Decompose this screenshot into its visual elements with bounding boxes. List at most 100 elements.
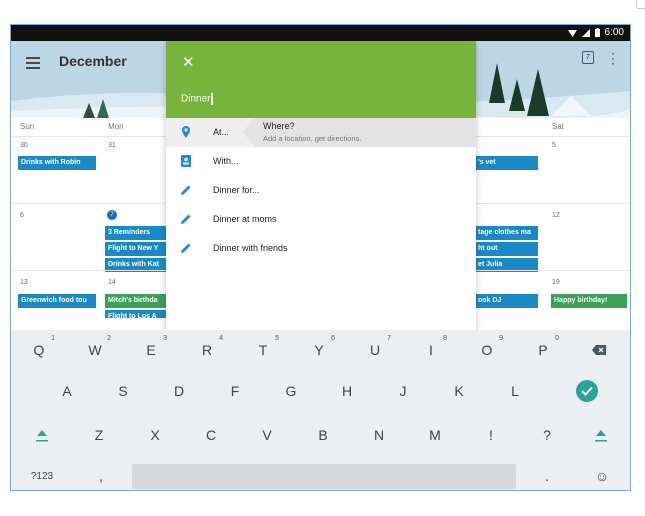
status-bar: 6:00 [11,25,630,41]
shift-key-left[interactable] [14,420,70,450]
window-corner [636,0,645,9]
day-number[interactable]: 30 [20,142,28,149]
where-title: Where? [263,121,295,131]
key-d[interactable]: D [151,376,207,406]
month-title[interactable]: December [59,53,127,69]
today-calendar-icon[interactable]: 7 [582,51,594,64]
device-screen: 6:00 December 7 ⋮ Sun Mon Sat 30 31 5 Dr… [10,24,631,491]
suggestion-label: With... [213,156,239,166]
pencil-icon [181,243,191,253]
event-chip[interactable]: tage clothes ma [475,226,538,240]
space-bar[interactable] [132,464,516,489]
day-number[interactable]: 12 [552,212,560,219]
key-s[interactable]: S [95,376,151,406]
event-chip[interactable]: Mitch's birthda [105,294,167,308]
key-x[interactable]: X [127,420,183,450]
day-number[interactable]: 14 [108,279,116,286]
key-y[interactable]: Y6 [291,335,347,365]
event-chip[interactable]: Flight to Los A [105,310,167,318]
key-q[interactable]: Q1 [11,335,67,365]
suggestion-with[interactable]: With... [166,147,476,176]
suggestion-label: Dinner for... [213,185,260,195]
weekday-label: Mon [108,122,124,131]
day-number[interactable]: 19 [552,279,560,286]
key-p[interactable]: P0 [515,335,571,365]
key-a[interactable]: A [39,376,95,406]
suggestion-dinner-for[interactable]: Dinner for... [166,176,476,205]
event-chip[interactable]: 3 Reminders [105,226,167,240]
pencil-icon [181,214,191,224]
key-n[interactable]: N [351,420,407,450]
emoji-key[interactable]: ☺ [574,461,630,490]
where-subtitle: Add a location, get directions. [263,134,362,143]
key-g[interactable]: G [263,376,319,406]
day-number[interactable]: 6 [20,212,24,219]
shift-icon [36,430,48,442]
battery-icon [594,28,600,37]
event-chip[interactable]: Drinks with Robin [18,156,96,170]
symbols-key[interactable]: ?123 [14,461,70,490]
check-icon [576,380,598,402]
key-exclamation[interactable]: ! [463,420,519,450]
event-chip[interactable]: 's vet [475,156,538,170]
comma-key[interactable]: , [73,461,129,490]
key-m[interactable]: M [407,420,463,450]
key-z[interactable]: Z [71,420,127,450]
key-t[interactable]: T5 [235,335,291,365]
event-chip[interactable]: Happy birthday! [551,294,627,308]
enter-key[interactable] [559,376,615,406]
menu-icon[interactable] [26,54,40,72]
suggestion-at[interactable]: At... Where? Add a location, get directi… [166,118,476,147]
clock: 6:00 [604,27,624,38]
day-number[interactable]: 13 [20,279,28,286]
event-chip[interactable]: ht out [475,242,538,256]
key-i[interactable]: I8 [403,335,459,365]
key-b[interactable]: B [295,420,351,450]
quick-add-header: ✕ Dinner [166,41,476,118]
day-number[interactable]: 31 [108,142,116,149]
key-question[interactable]: ? [519,420,575,450]
text-cursor [211,93,213,105]
pencil-icon [181,185,191,195]
where-tooltip-arrow [243,118,254,146]
suggestion-dinner-at-moms[interactable]: Dinner at moms [166,205,476,234]
key-l[interactable]: L [487,376,543,406]
signal-icon [581,28,590,37]
key-j[interactable]: J [375,376,431,406]
wifi-icon [567,29,577,37]
today-marker[interactable]: 7 [107,210,117,220]
key-w[interactable]: W2 [67,335,123,365]
shift-icon [595,430,607,442]
close-icon[interactable]: ✕ [182,53,195,71]
key-v[interactable]: V [239,420,295,450]
weekday-label: Sun [20,122,35,131]
location-pin-icon [182,126,190,138]
key-f[interactable]: F [207,376,263,406]
period-key[interactable]: . [519,461,575,490]
event-title-value: Dinner [181,93,211,105]
key-c[interactable]: C [183,420,239,450]
suggestion-label: Dinner with friends [213,243,288,253]
key-r[interactable]: R4 [179,335,235,365]
event-chip[interactable]: Flight to New Y [105,242,167,256]
day-number[interactable]: 5 [552,142,556,149]
key-e[interactable]: E3 [123,335,179,365]
key-h[interactable]: H [319,376,375,406]
where-tooltip: Where? Add a location, get directions. [254,118,476,147]
quick-add-panel: ✕ Dinner At... Where? Add a location, ge… [166,41,476,330]
event-chip[interactable]: Greenwich food tou [18,294,96,308]
weekday-label: Sat [552,122,565,131]
suggestion-dinner-with-friends[interactable]: Dinner with friends [166,234,476,263]
contact-card-icon [181,155,191,167]
key-k[interactable]: K [431,376,487,406]
key-o[interactable]: O9 [459,335,515,365]
backspace-icon [592,345,606,355]
soft-keyboard: Q1 W2 E3 R4 T5 Y6 U7 I8 O9 P0 A S D F G … [11,330,630,490]
backspace-key[interactable] [571,335,627,365]
key-u[interactable]: U7 [347,335,403,365]
smiley-icon: ☺ [594,468,610,484]
shift-key-right[interactable] [573,420,629,450]
event-title-input[interactable]: Dinner [181,93,213,105]
more-options-icon[interactable]: ⋮ [606,51,620,65]
event-chip[interactable]: ook DJ [475,294,538,308]
